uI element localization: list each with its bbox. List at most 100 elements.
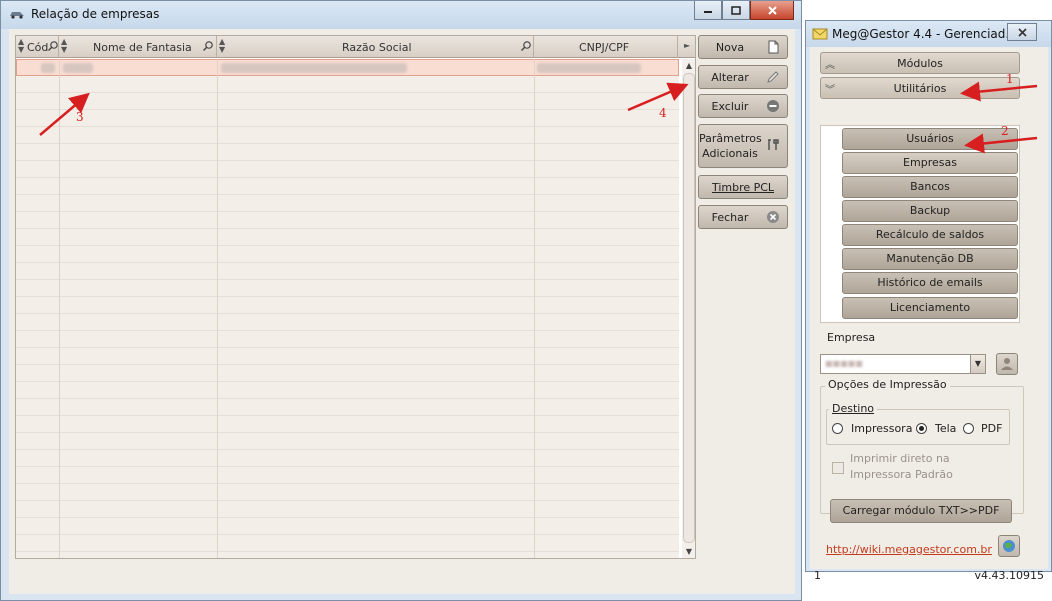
table-row[interactable] [16, 144, 679, 161]
search-icon[interactable] [520, 40, 532, 52]
excluir-button[interactable]: Excluir [698, 94, 788, 118]
empresa-label: Empresa [827, 331, 876, 344]
alterar-button[interactable]: Alterar [698, 65, 788, 89]
scroll-right-icon[interactable]: ► [684, 41, 690, 50]
close-button[interactable] [750, 1, 794, 20]
opcoes-impressao-title: Opções de Impressão [825, 378, 950, 391]
sub-item-empresas[interactable]: Empresas [842, 152, 1018, 174]
empresas-client: ▲ ▼ Cód ▲ ▼ Nome de Fantasia ▲ ▼ Razão Soci… [9, 29, 795, 594]
table-row[interactable] [16, 161, 679, 178]
gestor-titlebar[interactable]: Meg@Gestor 4.4 - Gerenciad... [806, 21, 1051, 47]
minimize-button[interactable] [694, 1, 722, 20]
sort-icon[interactable]: ▲ ▼ [61, 38, 67, 54]
empresa-action-button[interactable] [996, 353, 1018, 375]
table-row[interactable] [16, 484, 679, 501]
empresa-select[interactable]: ■■■■■ ▼ [820, 354, 986, 374]
empresas-grid[interactable]: ▲ ▼ Cód ▲ ▼ Nome de Fantasia ▲ ▼ Razão Soci… [15, 35, 696, 559]
column-header-cnpj[interactable]: CNPJ/CPF [534, 36, 678, 58]
column-header-razao-social[interactable]: ▲ ▼ Razão Social [217, 36, 534, 58]
table-row[interactable] [16, 212, 679, 229]
scroll-up-icon[interactable]: ▲ [684, 61, 694, 71]
table-row[interactable] [16, 195, 679, 212]
table-row[interactable] [16, 229, 679, 246]
table-row[interactable] [16, 178, 679, 195]
table-row[interactable] [16, 552, 679, 558]
minus-circle-icon [767, 100, 779, 112]
empresa-value: ■■■■■ [825, 359, 863, 368]
column-divider [534, 59, 535, 558]
column-header-nome-fantasia[interactable]: ▲ ▼ Nome de Fantasia [59, 36, 217, 58]
nova-button[interactable]: Nova [698, 35, 788, 59]
tools-icon [768, 139, 779, 150]
sub-item-recalculo-saldos[interactable]: Recálculo de saldos [842, 224, 1018, 246]
imprimir-direto-checkbox[interactable] [832, 462, 844, 474]
table-row[interactable] [16, 467, 679, 484]
update-button[interactable] [998, 535, 1020, 557]
radio-impressora[interactable] [832, 423, 843, 434]
table-row[interactable] [16, 348, 679, 365]
sub-item-historico-emails[interactable]: Histórico de emails [842, 272, 1018, 294]
new-document-icon [768, 40, 779, 54]
pencil-icon [767, 71, 779, 83]
sub-item-usuarios[interactable]: Usuários [842, 128, 1018, 150]
minimize-icon [704, 11, 712, 13]
nav-modulos[interactable]: ︽ Módulos [820, 52, 1020, 74]
table-row[interactable] [16, 382, 679, 399]
gestor-window: Meg@Gestor 4.4 - Gerenciad... ︽ Módulos … [805, 20, 1052, 582]
table-row[interactable] [16, 93, 679, 110]
maximize-icon [731, 5, 741, 15]
table-row[interactable] [16, 399, 679, 416]
table-row[interactable] [16, 501, 679, 518]
wiki-link[interactable]: http://wiki.megagestor.com.br [826, 543, 992, 556]
car-icon [10, 12, 24, 19]
table-row[interactable] [16, 263, 679, 280]
timbre-pcl-button[interactable]: Timbre PCL [698, 175, 788, 199]
table-row[interactable] [16, 331, 679, 348]
grid-scrollbar[interactable]: ▲ ▼ [682, 59, 695, 558]
carregar-modulo-button[interactable]: Carregar módulo TXT>>PDF [830, 499, 1012, 523]
scrollbar-thumb[interactable] [683, 73, 695, 543]
table-row[interactable] [16, 127, 679, 144]
sub-item-manutencao-db[interactable]: Manutenção DB [842, 248, 1018, 270]
gestor-close-button[interactable] [1007, 23, 1037, 41]
parametros-adicionais-button[interactable]: Parâmetros Adicionais [698, 124, 788, 168]
radio-pdf[interactable] [963, 423, 974, 434]
sub-item-bancos[interactable]: Bancos [842, 176, 1018, 198]
nav-utilitarios[interactable]: ︾ Utilitários [820, 77, 1020, 99]
sub-item-backup[interactable]: Backup [842, 200, 1018, 222]
grid-body[interactable] [16, 59, 679, 558]
radio-tela[interactable] [916, 423, 927, 434]
status-left: 1 [814, 569, 821, 582]
search-icon[interactable] [202, 40, 214, 52]
sort-icon[interactable]: ▲ ▼ [219, 38, 225, 54]
table-row-selected[interactable] [16, 59, 679, 76]
dropdown-arrow-icon[interactable]: ▼ [970, 355, 985, 373]
close-icon [767, 5, 777, 15]
table-row[interactable] [16, 314, 679, 331]
table-row[interactable] [16, 416, 679, 433]
empresas-titlebar[interactable]: Relação de empresas [1, 1, 801, 29]
imprimir-direto-label: Imprimir direto na Impressora Padrão [850, 452, 953, 481]
maximize-button[interactable] [722, 1, 750, 20]
destino-title: Destino [829, 402, 878, 415]
radio-label-tela: Tela [935, 422, 957, 435]
fechar-button[interactable]: Fechar [698, 205, 788, 229]
sub-item-licenciamento[interactable]: Licenciamento [842, 297, 1018, 319]
sort-icon[interactable]: ▲ ▼ [18, 38, 24, 54]
table-row[interactable] [16, 110, 679, 127]
table-row[interactable] [16, 535, 679, 552]
column-header-cod[interactable]: ▲ ▼ Cód [16, 36, 59, 58]
table-row[interactable] [16, 450, 679, 467]
table-row[interactable] [16, 76, 679, 93]
table-row[interactable] [16, 297, 679, 314]
table-row[interactable] [16, 246, 679, 263]
user-icon [1001, 358, 1013, 370]
table-row[interactable] [16, 365, 679, 382]
table-row[interactable] [16, 518, 679, 535]
annotation-number: 3 [76, 110, 84, 124]
table-row[interactable] [16, 280, 679, 297]
table-row[interactable] [16, 433, 679, 450]
scroll-down-icon[interactable]: ▼ [684, 547, 694, 557]
gestor-title: Meg@Gestor 4.4 - Gerenciad... [832, 27, 1017, 41]
search-icon[interactable] [47, 40, 59, 52]
